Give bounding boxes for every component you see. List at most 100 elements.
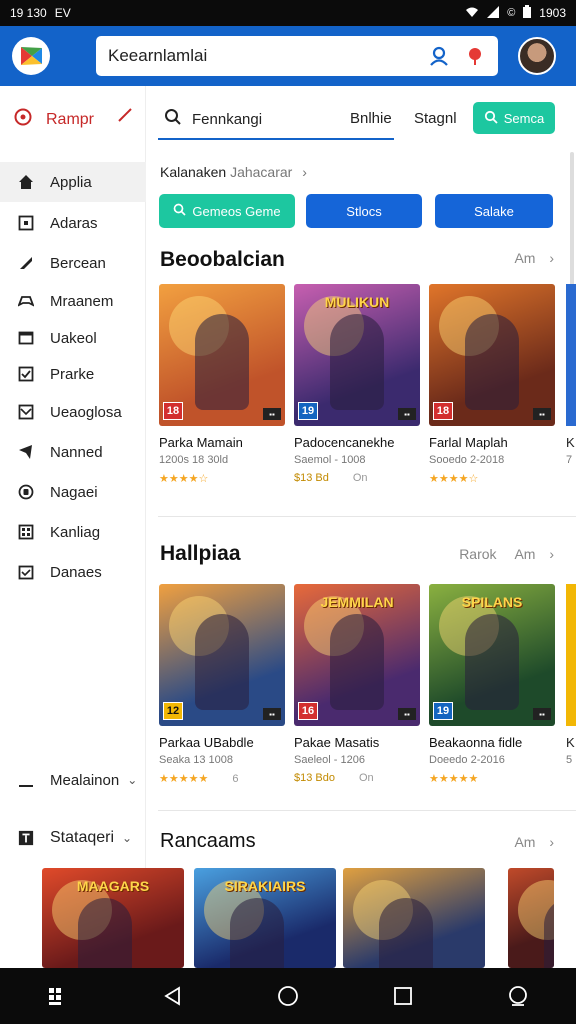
game-card-partial[interactable]: K5 [566, 584, 576, 766]
section-more-link[interactable]: Am › [514, 250, 554, 266]
check-box-icon [18, 366, 34, 382]
game-logo-text: SIRAKIAIRS [224, 878, 306, 894]
sidebar-item-label: Uakeol [50, 329, 97, 347]
game-thumbnail[interactable]: MULIKUN 19 ▪▪ [294, 284, 420, 426]
content-badge-icon: ▪▪ [398, 408, 416, 420]
rating-stars: ★★★★☆ [159, 473, 209, 485]
assistant-icon[interactable] [503, 981, 533, 1011]
game-card[interactable]: JEMMILAN 16 ▪▪ Pakae Masatis Saeleol - 1206 $… [294, 584, 420, 784]
sidebar-item-prarke[interactable]: Prarke [0, 354, 146, 394]
sidebar-item-label: Danaes [50, 563, 102, 581]
sidebar-item-stataqeri[interactable]: Stataqeri ⌄ [0, 818, 146, 858]
chip-salake[interactable]: Salake [435, 194, 553, 228]
rating-extra: 6 [232, 773, 239, 785]
document-icon [18, 830, 34, 846]
tab-search-label: Fennkangi [192, 110, 263, 128]
game-meta: Doeedo 2-2016 [429, 754, 505, 766]
system-nav-bar [0, 968, 576, 1024]
app-logo[interactable] [12, 37, 50, 75]
game-thumbnail[interactable]: 18 ▪▪ [159, 284, 285, 426]
game-card[interactable]: MAAGARS [42, 868, 184, 968]
filter-breadcrumb[interactable]: Kalanaken Jahacarar › [160, 164, 307, 180]
search-bar[interactable]: Keearnlamlai [96, 36, 498, 76]
sidebar-item-bercean[interactable]: Bercean [0, 243, 146, 283]
game-thumbnail[interactable]: 18 ▪▪ [429, 284, 555, 426]
more-label: Am [514, 546, 536, 562]
chip-stlocs[interactable]: Stlocs [306, 194, 422, 228]
game-card[interactable]: MULIKUN 19 ▪▪ Padocencanekhe Saemol - 1008 $1… [294, 284, 420, 484]
apps-grid-icon[interactable] [43, 981, 73, 1011]
sidebar-item-danaes[interactable]: Danaes [0, 552, 146, 592]
game-thumbnail[interactable]: SPILANS 19 ▪▪ [429, 584, 555, 726]
game-thumbnail[interactable]: JEMMILAN 16 ▪▪ [294, 584, 420, 726]
back-icon[interactable] [158, 981, 188, 1011]
gift-icon[interactable] [464, 45, 486, 67]
calendar-icon [18, 564, 34, 580]
account-icon[interactable] [428, 45, 450, 67]
game-card[interactable]: 12 ▪▪ Parkaa UBabdle Seaka 13 1008 ★★★★★ 6 [159, 584, 285, 785]
game-thumbnail[interactable]: MAAGARS [42, 868, 184, 968]
game-meta: Saeleol - 1206 [294, 754, 365, 766]
tab-bnlhie[interactable]: Bnlhie [350, 100, 392, 136]
tab-stagnl[interactable]: Stagnl [414, 100, 457, 136]
sidebar-item-mraanem[interactable]: Mraanem [0, 281, 146, 321]
avatar[interactable] [518, 37, 556, 75]
game-card[interactable]: SPILANS 19 ▪▪ Beakaonna fidle Doeedo 2-2016 ★… [429, 584, 555, 785]
content-badge-icon: ▪▪ [533, 408, 551, 420]
data-icon: © [507, 7, 516, 19]
chip-gemeos-geme[interactable]: Gemeos Geme [159, 194, 295, 228]
sidebar-item-adaras[interactable]: Adaras [0, 203, 146, 243]
divider [158, 810, 576, 811]
sidebar-item-nanned[interactable]: Nanned [0, 432, 146, 472]
sidebar-item-kanliag[interactable]: Kanliag [0, 512, 146, 552]
pencil-icon[interactable] [118, 108, 132, 127]
section-more-link[interactable]: Am › [514, 834, 554, 850]
square-icon [18, 215, 34, 231]
chevron-right-icon: › [549, 546, 554, 562]
character-figure [78, 898, 132, 968]
sidebar-item-nagaei[interactable]: Nagaei [0, 472, 146, 512]
sidebar-item-mealainon[interactable]: Mealainon ⌄ [0, 760, 146, 800]
game-card[interactable]: 18 ▪▪ Farlal Maplah Sooedo 2-2018 ★★★★☆ [429, 284, 555, 485]
home-button-icon[interactable] [273, 981, 303, 1011]
app-bar: Keearnlamlai [0, 26, 576, 86]
game-thumbnail[interactable] [508, 868, 554, 968]
game-name: Pakae Masatis [294, 735, 380, 750]
game-thumbnail[interactable] [566, 284, 576, 426]
sidebar-item-label: Mealainon [50, 771, 120, 789]
game-card[interactable]: SIRAKIAIRS [194, 868, 336, 968]
sidebar-item-uakeol[interactable]: Uakeol [0, 318, 146, 358]
sidebar-item-label: Adaras [50, 214, 98, 232]
game-thumbnail[interactable] [343, 868, 485, 968]
game-thumbnail[interactable] [566, 584, 576, 726]
game-card[interactable] [343, 868, 485, 968]
semca-button-label: Semca [503, 110, 545, 126]
search-input[interactable]: Keearnlamlai [108, 46, 414, 66]
controller-icon [18, 293, 34, 309]
breadcrumb-muted: Jahacarar [230, 164, 293, 180]
sidebar-item-label: Bercean [50, 254, 106, 272]
semca-button[interactable]: Semca [473, 102, 555, 134]
sidebar-header[interactable]: Rampr [14, 108, 132, 131]
mail-icon [18, 404, 34, 420]
game-rating: $13 Bdo On [294, 772, 420, 784]
rating-stars: ★★★★★ [429, 773, 479, 785]
game-name: Farlal Maplah [429, 435, 508, 450]
sidebar-item-label: Prarke [50, 365, 95, 383]
game-meta: 5 [566, 754, 573, 766]
game-card-partial[interactable]: K7 [566, 284, 576, 466]
section-more-link[interactable]: Rarok Am › [459, 546, 554, 562]
tab-bar: Fennkangi Bnlhie Stagnl Semca [158, 100, 570, 140]
sidebar-item-applia[interactable]: Applia [0, 162, 146, 202]
rating-stars: $13 Bd [294, 472, 329, 484]
rating-stars: $13 Bdo [294, 772, 335, 784]
game-thumbnail[interactable]: SIRAKIAIRS [194, 868, 336, 968]
game-card[interactable]: 18 ▪▪ Parka Mamain 1200s 18 30ld ★★★★☆ [159, 284, 285, 485]
content-badge-icon: ▪▪ [263, 708, 281, 720]
game-meta: Sooedo 2-2018 [429, 454, 505, 466]
game-thumbnail[interactable]: 12 ▪▪ [159, 584, 285, 726]
recents-icon[interactable] [388, 981, 418, 1011]
game-rating: $13 Bd On [294, 472, 420, 484]
game-card[interactable] [508, 868, 554, 968]
sidebar-item-ueaoglosa[interactable]: Ueaoglosa [0, 392, 146, 432]
